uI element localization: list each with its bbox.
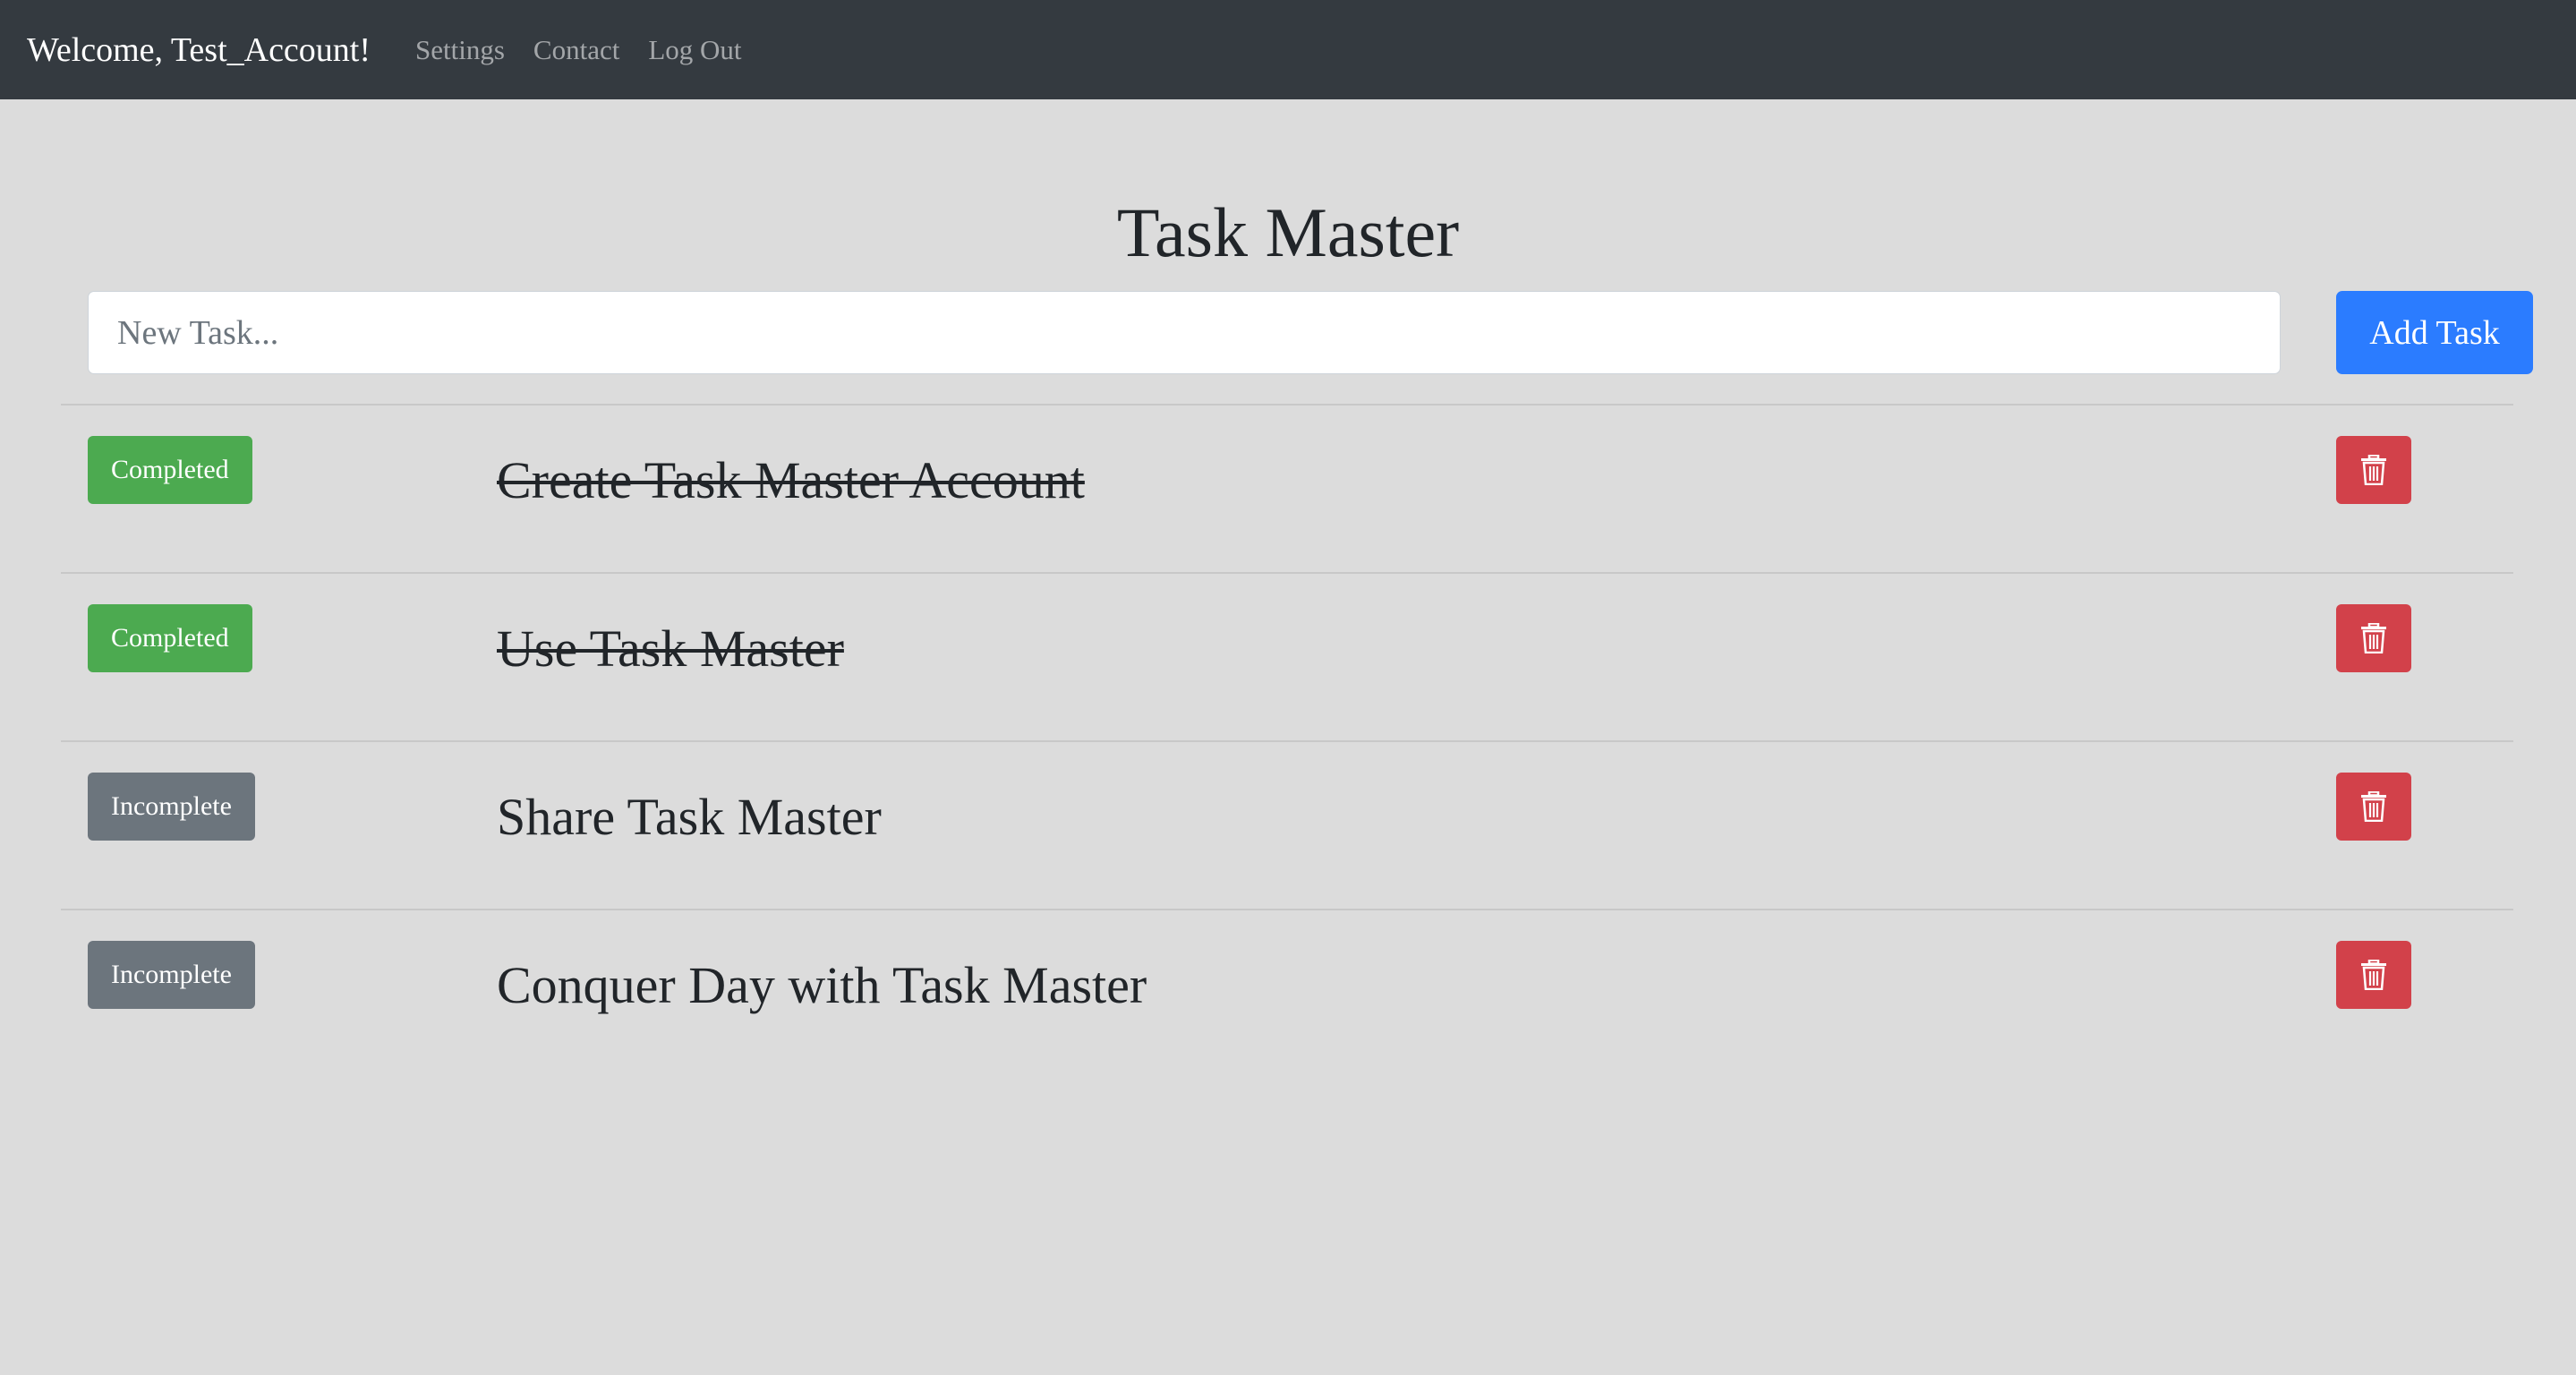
nav-link-contact[interactable]: Contact (533, 34, 619, 66)
task-status-button[interactable]: Incomplete (88, 773, 255, 841)
task-status-button[interactable]: Completed (88, 436, 252, 504)
trash-icon (2361, 623, 2386, 653)
delete-task-button[interactable] (2336, 436, 2411, 504)
trash-icon (2361, 960, 2386, 990)
task-list: Completed Create Task Master Account Com… (61, 404, 2513, 1077)
task-row: Incomplete Conquer Day with Task Master (61, 909, 2513, 1077)
trash-icon (2361, 791, 2386, 822)
delete-task-button[interactable] (2336, 941, 2411, 1009)
delete-task-button[interactable] (2336, 773, 2411, 841)
page-title: Task Master (1116, 193, 1460, 271)
task-row: Completed Use Task Master (61, 572, 2513, 740)
delete-task-button[interactable] (2336, 604, 2411, 672)
nav-link-log-out[interactable]: Log Out (648, 34, 741, 66)
task-text: Use Task Master (497, 619, 844, 678)
new-task-input[interactable] (88, 291, 2281, 374)
welcome-brand[interactable]: Welcome, Test_Account! (27, 30, 371, 70)
task-text: Create Task Master Account (497, 451, 1085, 509)
trash-icon (2361, 455, 2386, 485)
task-status-button[interactable]: Incomplete (88, 941, 255, 1009)
add-task-button[interactable]: Add Task (2336, 291, 2533, 374)
nav-link-settings[interactable]: Settings (415, 34, 505, 66)
task-text: Share Task Master (497, 788, 882, 846)
top-navbar: Welcome, Test_Account! Settings Contact … (0, 0, 2576, 99)
task-status-button[interactable]: Completed (88, 604, 252, 672)
task-text: Conquer Day with Task Master (497, 956, 1147, 1014)
task-row: Incomplete Share Task Master (61, 740, 2513, 909)
task-row: Completed Create Task Master Account (61, 404, 2513, 572)
